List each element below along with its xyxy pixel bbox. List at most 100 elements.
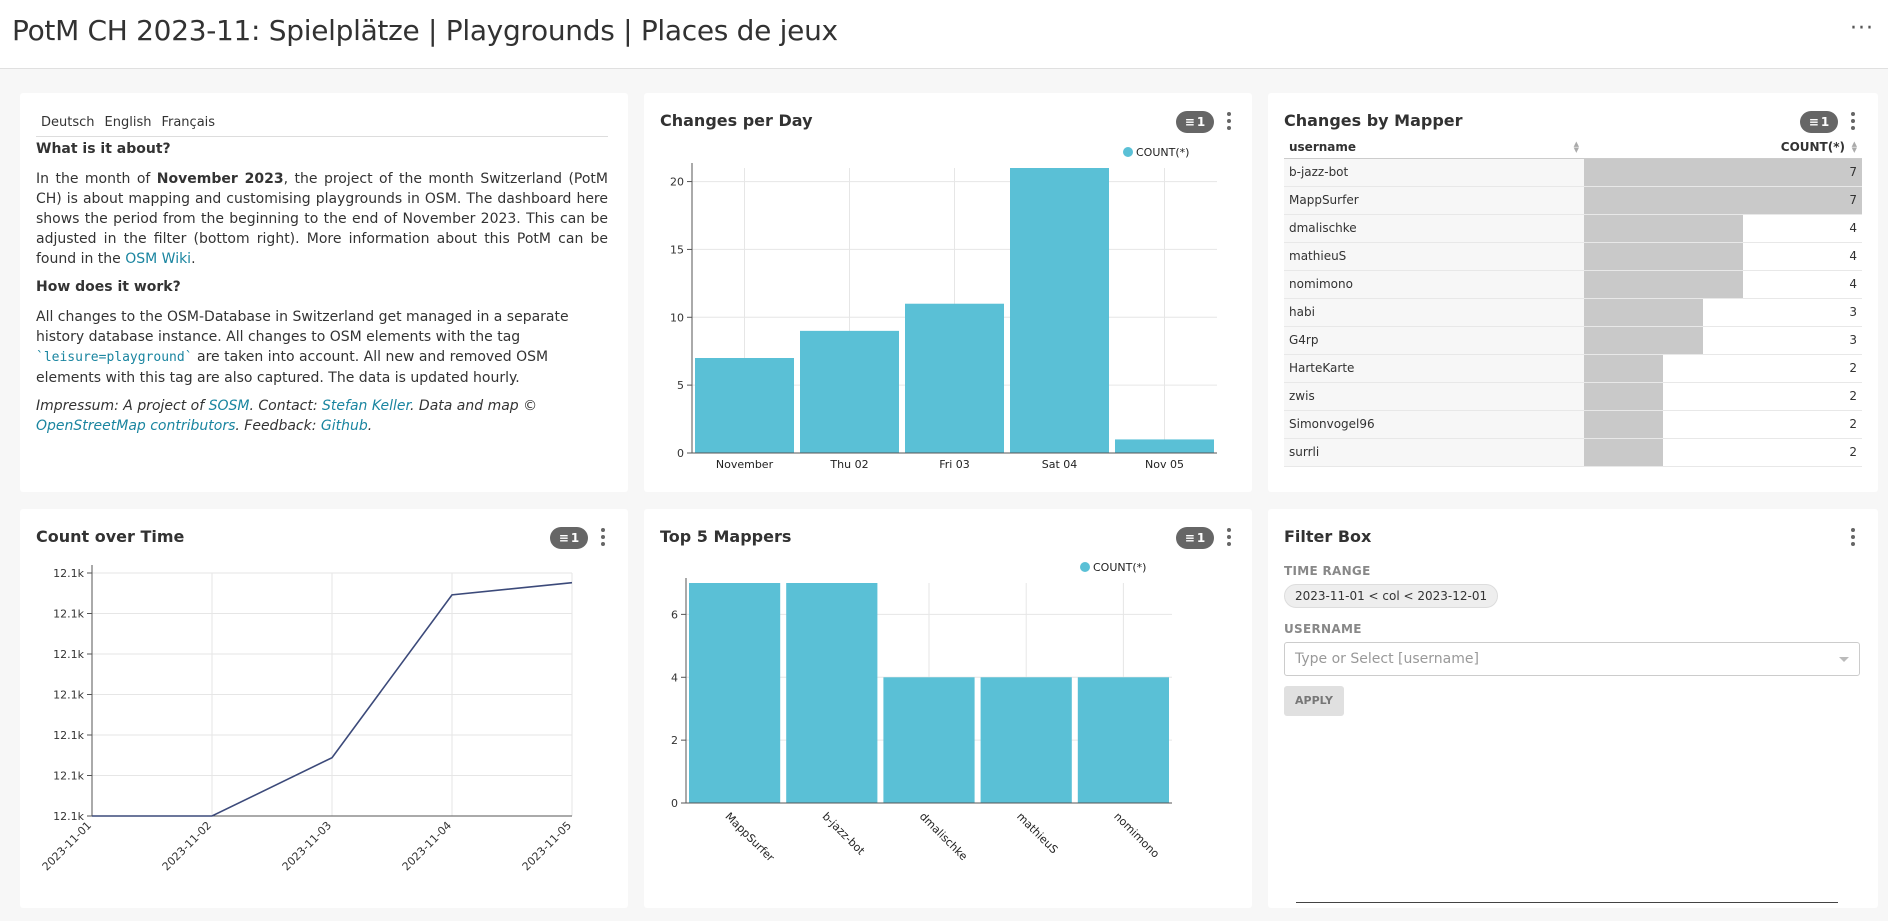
- count-value: 4: [1849, 249, 1857, 263]
- table-row[interactable]: mathieuS 4: [1284, 243, 1862, 271]
- tab-english[interactable]: English: [105, 115, 152, 136]
- github-link[interactable]: Github: [321, 418, 368, 434]
- table-row[interactable]: Simonvogel96 2: [1284, 411, 1862, 439]
- time-range-tag[interactable]: 2023-11-01 < col < 2023-12-01: [1284, 584, 1499, 608]
- tab-francais[interactable]: Français: [161, 115, 215, 136]
- count-cell: 2: [1584, 383, 1862, 410]
- card-title: Changes by Mapper: [1284, 111, 1463, 130]
- username-cell: zwis: [1284, 383, 1584, 410]
- table-row[interactable]: nomimono 4: [1284, 271, 1862, 299]
- table-row[interactable]: G4rp 3: [1284, 327, 1862, 355]
- tag-code: `leisure=playground`: [36, 350, 193, 365]
- count-cell: 4: [1584, 215, 1862, 242]
- y-tick-label: 6: [671, 608, 678, 621]
- y-tick-label: 12.1k: [53, 770, 84, 783]
- y-tick-label: 12.1k: [53, 689, 84, 702]
- paragraph-impressum: Impressum: A project of SOSM. Contact: S…: [36, 398, 538, 434]
- count-value: 7: [1849, 193, 1857, 207]
- top-5-mappers-chart: 0 2 4 6 MappSurfer b-jazz-bot dmalischke mathie…: [671, 561, 1172, 865]
- filter-box-card: Filter Box TIME RANGE 2023-11-01 < col <…: [1268, 509, 1878, 908]
- column-count[interactable]: COUNT(*) ▲ ▼: [1584, 135, 1862, 158]
- table-row[interactable]: b-jazz-bot 7: [1284, 159, 1862, 187]
- x-tick-label: nomimono: [1111, 810, 1162, 861]
- count-cell: 2: [1584, 355, 1862, 382]
- x-tick-label: 2023-11-03: [280, 819, 334, 873]
- divider: [1296, 902, 1838, 903]
- bar: [905, 303, 1004, 453]
- username-cell: dmalischke: [1284, 215, 1584, 242]
- table-row[interactable]: zwis 2: [1284, 383, 1862, 411]
- x-tick-label: November: [716, 458, 774, 471]
- text-panel: Deutsch English Français What is it abou…: [20, 93, 628, 492]
- y-tick-label: 2: [671, 734, 678, 747]
- legend-marker: [1080, 562, 1090, 572]
- x-tick-label: 2023-11-05: [520, 819, 574, 873]
- bar: [883, 677, 975, 803]
- legend-marker: [1123, 147, 1133, 157]
- dashboard-header: PotM CH 2023-11: Spielplätze | Playgroun…: [0, 0, 1888, 69]
- table-body: b-jazz-bot 7 MappSurfer 7 dmalischke 4 mathieu…: [1284, 159, 1862, 467]
- count-bar: [1584, 439, 1664, 466]
- table-row[interactable]: dmalischke 4: [1284, 215, 1862, 243]
- y-tick-label: 4: [671, 671, 678, 684]
- bar: [1010, 168, 1109, 453]
- tab-deutsch[interactable]: Deutsch: [41, 115, 95, 136]
- more-horizontal-icon[interactable]: ···: [1850, 16, 1874, 41]
- count-value: 2: [1849, 389, 1857, 403]
- top-5-mappers-card: Top 5 Mappers ≡ 1 0 2 4 6 MappSurfer b-jazz-bo…: [644, 509, 1252, 908]
- count-bar: [1584, 271, 1743, 298]
- dashboard-title: PotM CH 2023-11: Spielplätze | Playgroun…: [12, 14, 838, 47]
- kebab-menu-icon[interactable]: [1848, 525, 1858, 549]
- table-row[interactable]: HarteKarte 2: [1284, 355, 1862, 383]
- username-cell: MappSurfer: [1284, 187, 1584, 214]
- osm-wiki-link[interactable]: OSM Wiki: [125, 251, 191, 267]
- count-cell: 2: [1584, 439, 1862, 466]
- count-cell: 4: [1584, 271, 1862, 298]
- x-tick-label: mathieuS: [1014, 810, 1060, 856]
- x-tick-label: dmalischke: [917, 810, 970, 863]
- y-tick-label: 12.1k: [53, 567, 84, 580]
- sosm-link[interactable]: SOSM: [209, 398, 250, 414]
- y-tick-label: 10: [670, 311, 684, 324]
- count-bar: [1584, 215, 1743, 242]
- bar: [800, 330, 899, 453]
- count-cell: 4: [1584, 243, 1862, 270]
- changes-per-day-card: Changes per Day ≡ 1 0 5 10 15 20 November Thu 0…: [644, 93, 1252, 492]
- table-row[interactable]: MappSurfer 7: [1284, 187, 1862, 215]
- x-tick-label: Fri 03: [939, 458, 970, 471]
- count-bar: [1584, 187, 1862, 214]
- filter-indicator[interactable]: ≡ 1: [1800, 111, 1838, 133]
- count-bar: [1584, 383, 1664, 410]
- count-bar: [1584, 299, 1704, 326]
- y-tick-label: 5: [677, 379, 684, 392]
- osm-contributors-link[interactable]: OpenStreetMap contributors: [36, 418, 235, 434]
- username-cell: HarteKarte: [1284, 355, 1584, 382]
- y-tick-label: 0: [671, 797, 678, 810]
- heading-what: What is it about?: [36, 141, 171, 157]
- y-tick-label: 0: [677, 447, 684, 460]
- paragraph-how: All changes to the OSM-Database in Switz…: [36, 309, 569, 386]
- column-username[interactable]: username ▲ ▼: [1284, 135, 1584, 158]
- count-cell: 3: [1584, 327, 1862, 354]
- count-cell: 7: [1584, 187, 1862, 214]
- paragraph-intro: In the month of November 2023, the proje…: [36, 171, 608, 267]
- description-text: What is it about? In the month of Novemb…: [36, 139, 608, 444]
- y-tick-label: 15: [670, 243, 684, 256]
- y-tick-label: 12.1k: [53, 729, 84, 742]
- y-tick-label: 12.1k: [53, 608, 84, 621]
- legend-label: COUNT(*): [1093, 561, 1146, 574]
- card-title: Filter Box: [1284, 527, 1372, 546]
- contact-link[interactable]: Stefan Keller: [322, 398, 410, 414]
- username-select[interactable]: Type or Select [username]: [1284, 642, 1860, 676]
- table-row[interactable]: habi 3: [1284, 299, 1862, 327]
- chevron-down-icon: [1839, 657, 1849, 662]
- bar: [695, 358, 794, 453]
- username-label: USERNAME: [1284, 622, 1362, 636]
- kebab-menu-icon[interactable]: [1848, 109, 1858, 133]
- table-row[interactable]: surrli 2: [1284, 439, 1862, 467]
- x-tick-label: Nov 05: [1145, 458, 1184, 471]
- mapper-table: username ▲ ▼ COUNT(*) ▲ ▼ b-jazz-bot 7 MappSur…: [1284, 135, 1862, 475]
- apply-button[interactable]: APPLY: [1284, 686, 1344, 716]
- count-bar: [1584, 159, 1862, 186]
- count-cell: 3: [1584, 299, 1862, 326]
